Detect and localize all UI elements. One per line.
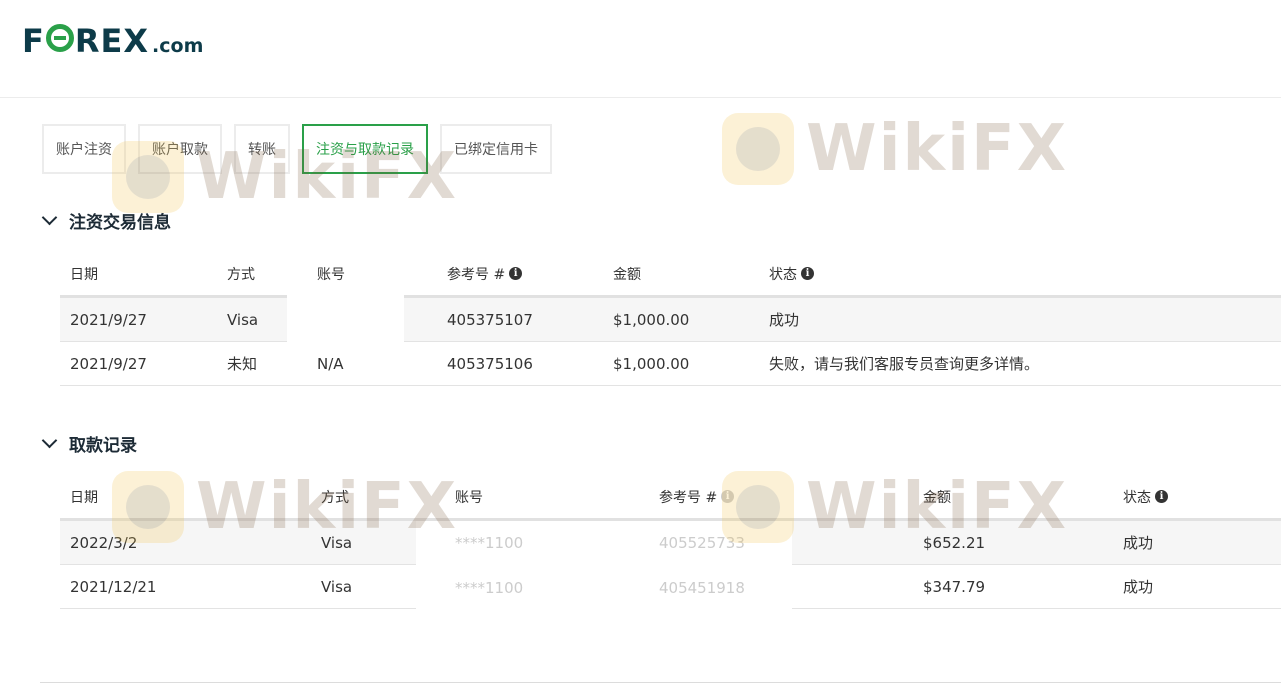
table-header: 日期 方式 账号 参考号 # i 金额 状态 i	[60, 252, 1281, 298]
page-header: F REX .com	[0, 0, 1281, 98]
info-icon[interactable]: i	[509, 267, 523, 280]
logo-suffix: .com	[152, 35, 204, 57]
table-row: 2021/9/27 未知 N/A 405375106 $1,000.00 失败，…	[60, 342, 1281, 386]
tab-linked-cards[interactable]: 已绑定信用卡	[440, 124, 552, 174]
cell-ref: 405375107	[447, 310, 533, 329]
logo-letters: REX	[74, 22, 150, 60]
cell-ref: 405525733	[659, 534, 745, 552]
deposits-title: 注资交易信息	[69, 213, 171, 233]
cell-account: ****1100	[455, 534, 524, 552]
withdrawals-table: 日期 方式 账号 参考号 # i 金额 状态 i 2022/3/2 Visa $…	[60, 475, 1281, 613]
header-account: 账号	[317, 266, 345, 283]
wikifx-logo-icon	[722, 113, 794, 185]
header-date: 日期	[70, 266, 98, 283]
cell-date: 2022/3/2	[70, 533, 138, 552]
header-status-label: 状态	[1123, 489, 1151, 506]
withdrawals-title: 取款记录	[69, 436, 137, 456]
cell-amount: $652.21	[923, 533, 986, 552]
info-icon[interactable]: i	[1155, 490, 1168, 503]
cell-account: N/A	[317, 354, 344, 373]
deposits-section-toggle[interactable]: 注资交易信息	[40, 208, 171, 233]
cell-status: 成功	[1123, 534, 1154, 552]
header-amount: 金额	[613, 266, 641, 283]
chevron-down-icon	[41, 432, 58, 449]
tab-transfer[interactable]: 转账	[234, 124, 290, 174]
table-header: 日期 方式 账号 参考号 # i 金额 状态 i	[60, 475, 1281, 521]
chevron-down-icon	[41, 209, 58, 226]
header-method: 方式	[227, 266, 255, 283]
forex-logo[interactable]: F REX .com	[22, 22, 203, 60]
tab-history[interactable]: 注资与取款记录	[302, 124, 428, 174]
header-method: 方式	[321, 489, 349, 506]
header-ref-label: 参考号 #	[659, 489, 718, 506]
deposits-table: 日期 方式 账号 参考号 # i 金额 状态 i 2021/9/27 Visa …	[60, 252, 1281, 386]
table-row: 2021/9/27 Visa 405375107 $1,000.00 成功	[60, 295, 1281, 342]
header-status: 状态 i	[769, 252, 814, 295]
header-ref: 参考号 # i	[447, 252, 523, 295]
wikifx-watermark: WikiFX	[722, 112, 1068, 186]
cell-amount: $347.79	[923, 577, 986, 596]
cell-method: Visa	[321, 533, 353, 552]
cell-status: 失败，请与我们客服专员查询更多详情。	[769, 355, 1040, 373]
cell-method: Visa	[227, 310, 259, 329]
cell-date: 2021/12/21	[70, 577, 157, 596]
logo-letter-f: F	[22, 22, 45, 60]
tab-withdraw[interactable]: 账户取款	[138, 124, 222, 174]
header-amount: 金额	[923, 489, 951, 506]
funding-tabs: 账户注资 账户取款 转账 注资与取款记录 已绑定信用卡	[42, 124, 552, 174]
cell-status: 成功	[1123, 578, 1154, 596]
cell-amount: $1,000.00	[613, 354, 690, 373]
logo-o-icon	[45, 24, 74, 52]
tab-deposit[interactable]: 账户注资	[42, 124, 126, 174]
cell-amount: $1,000.00	[613, 310, 690, 329]
cell-date: 2021/9/27	[70, 310, 147, 329]
header-ref-label: 参考号 #	[447, 266, 506, 283]
header-account: 账号	[455, 489, 483, 506]
header-status: 状态 i	[1123, 475, 1168, 518]
header-status-label: 状态	[769, 266, 797, 283]
info-icon[interactable]: i	[721, 490, 735, 503]
cell-method: 未知	[227, 355, 258, 373]
cell-account: ****1100	[455, 579, 524, 597]
redacted-region: ****1100 405525733 ****1100 405451918	[416, 521, 792, 613]
cell-ref: 405451918	[659, 579, 745, 597]
header-date: 日期	[70, 489, 98, 506]
footer-divider	[40, 682, 1281, 683]
withdrawals-section-toggle[interactable]: 取款记录	[40, 431, 137, 456]
cell-status: 成功	[769, 311, 800, 329]
redacted-account	[287, 295, 404, 342]
cell-method: Visa	[321, 577, 353, 596]
info-icon[interactable]: i	[801, 267, 814, 280]
cell-ref: 405375106	[447, 354, 533, 373]
cell-date: 2021/9/27	[70, 354, 147, 373]
header-ref: 参考号 # i	[659, 475, 735, 518]
